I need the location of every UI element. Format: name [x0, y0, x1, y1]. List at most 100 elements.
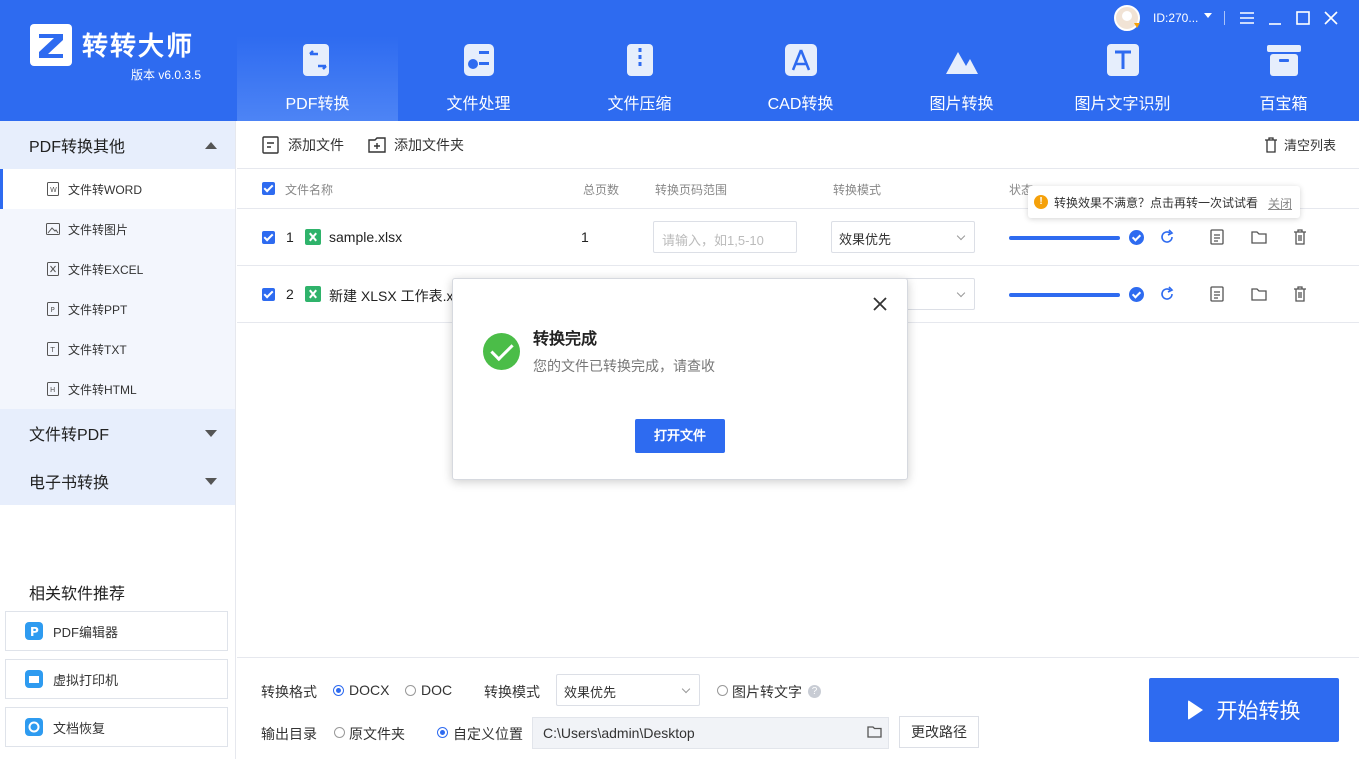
row-index: 2	[286, 286, 294, 302]
play-icon	[1187, 700, 1203, 720]
recommend-pdf-editor[interactable]: P PDF编辑器	[5, 611, 228, 651]
tab-label: 文件处理	[446, 96, 511, 113]
printer-icon	[25, 670, 43, 688]
close-icon[interactable]	[873, 297, 887, 311]
ocr-label[interactable]: 图片转文字	[732, 682, 802, 702]
add-file-button[interactable]: 添加文件	[261, 135, 344, 155]
format-doc-label[interactable]: DOC	[421, 682, 452, 698]
sidebar-item-to-txt[interactable]: T 文件转TXT	[0, 329, 235, 369]
open-folder-icon[interactable]	[1251, 229, 1267, 245]
recommend-doc-recovery[interactable]: 文档恢复	[5, 707, 228, 747]
sidebar-group-pdf-convert-other[interactable]: PDF转换其他	[0, 121, 235, 169]
change-path-button[interactable]: 更改路径	[899, 716, 979, 748]
output-label: 输出目录	[261, 726, 317, 742]
clear-list-label: 清空列表	[1284, 138, 1337, 153]
close-window-icon[interactable]	[1322, 9, 1340, 27]
excel-file-icon	[305, 286, 321, 302]
mode-select[interactable]: 效果优先	[831, 221, 975, 253]
format-docx-radio[interactable]	[333, 685, 344, 696]
start-convert-button[interactable]: 开始转换	[1149, 678, 1339, 742]
bottom-mode-select[interactable]: 效果优先	[556, 674, 700, 706]
sidebar-item-to-excel[interactable]: 文件转EXCEL	[0, 249, 235, 289]
reconvert-icon[interactable]	[1159, 286, 1175, 302]
ocr-icon	[1106, 44, 1139, 76]
preview-icon[interactable]	[1209, 229, 1225, 245]
row-checkbox[interactable]	[262, 288, 275, 301]
sidebar-group-file-to-pdf[interactable]: 文件转PDF	[0, 409, 235, 457]
tab-label: CAD转换	[767, 96, 834, 113]
recovery-icon	[25, 718, 43, 736]
tab-file-process[interactable]: 文件处理	[398, 36, 559, 121]
tab-toolbox[interactable]: 百宝箱	[1203, 36, 1359, 121]
add-file-icon	[262, 136, 279, 154]
sidebar-group-ebook-convert[interactable]: 电子书转换	[0, 457, 235, 505]
select-all-checkbox[interactable]	[262, 182, 275, 195]
conversion-progress-bar	[1009, 293, 1120, 297]
reconvert-tooltip: ! 转换效果不满意？点击再转一次试试看 关闭	[1028, 186, 1300, 218]
menu-icon[interactable]	[1238, 9, 1256, 27]
open-file-button[interactable]: 打开文件	[635, 419, 725, 453]
sidebar-item-to-ppt[interactable]: P 文件转PPT	[0, 289, 235, 329]
dialog-title: 转换完成	[533, 331, 598, 348]
tab-label: 文件压缩	[607, 96, 672, 113]
sidebar-item-to-html[interactable]: H 文件转HTML	[0, 369, 235, 409]
app-logo-icon	[30, 24, 72, 66]
header-page-range: 转换页码范围	[655, 183, 728, 197]
sidebar-group-label: 电子书转换	[29, 475, 110, 492]
add-folder-button[interactable]: 添加文件夹	[367, 135, 464, 155]
app-version: 版本 v6.0.3.5	[131, 68, 202, 82]
user-menu-caret-icon[interactable]	[1204, 13, 1212, 18]
tab-image-convert[interactable]: 图片转换	[881, 36, 1042, 121]
page-range-input[interactable]: 请输入，如1,5-10	[653, 221, 797, 253]
clear-list-button[interactable]: 清空列表	[1264, 135, 1336, 154]
txt-file-icon: T	[47, 342, 59, 356]
output-original-radio[interactable]	[334, 727, 345, 738]
output-original-label[interactable]: 原文件夹	[349, 724, 405, 744]
tab-file-compress[interactable]: 文件压缩	[559, 36, 720, 121]
divider	[1224, 11, 1225, 25]
delete-icon[interactable]	[1292, 286, 1308, 302]
sidebar-item-label: 文件转TXT	[68, 342, 127, 357]
sidebar-item-to-image[interactable]: 文件转图片	[0, 209, 235, 249]
delete-icon[interactable]	[1292, 229, 1308, 245]
folder-icon[interactable]	[867, 725, 883, 739]
sidebar-items: W 文件转WORD 文件转图片 文件转EXCEL P 文件转PPT T 文件转T…	[0, 169, 235, 409]
output-custom-radio[interactable]	[437, 727, 448, 738]
user-id[interactable]: ID:270...	[1153, 11, 1198, 25]
output-custom-label[interactable]: 自定义位置	[453, 724, 523, 744]
user-avatar-icon[interactable]	[1113, 5, 1143, 31]
tab-cad-convert[interactable]: CAD转换	[720, 36, 881, 121]
maximize-icon[interactable]	[1294, 9, 1312, 27]
conversion-complete-dialog: 转换完成 您的文件已转换完成，请查收 打开文件	[452, 278, 908, 480]
collapse-arrow-icon	[205, 142, 217, 149]
svg-text:T: T	[50, 346, 56, 354]
zip-icon	[626, 44, 653, 76]
conversion-progress-bar	[1009, 236, 1120, 240]
recommend-virtual-printer[interactable]: 虚拟打印机	[5, 659, 228, 699]
row-filename: 新建 XLSX 工作表.xl	[329, 288, 457, 304]
output-path-field[interactable]: C:\Users\admin\Desktop	[532, 717, 889, 749]
row-filename: sample.xlsx	[329, 229, 403, 245]
pdf-convert-icon	[302, 44, 329, 76]
open-folder-icon[interactable]	[1251, 286, 1267, 302]
svg-text:P: P	[51, 306, 55, 314]
ocr-checkbox[interactable]	[717, 685, 728, 696]
sidebar-item-to-word[interactable]: W 文件转WORD	[0, 169, 235, 209]
success-check-icon	[1129, 230, 1144, 245]
format-doc-radio[interactable]	[405, 685, 416, 696]
main-nav: PDF转换 文件处理 文件压缩 CAD转换 图片转换 图片文字识别 百宝箱	[237, 36, 1359, 121]
tooltip-close-link[interactable]: 关闭	[1268, 195, 1292, 212]
tooltip-text: 转换效果不满意？点击再转一次试试看	[1054, 195, 1259, 210]
tab-ocr[interactable]: 图片文字识别	[1042, 36, 1203, 121]
tab-pdf-convert[interactable]: PDF转换	[237, 36, 398, 121]
minimize-icon[interactable]	[1266, 9, 1284, 27]
sidebar-item-label: 文件转WORD	[68, 182, 142, 197]
sidebar-item-label: 文件转图片	[68, 222, 129, 237]
help-icon[interactable]: ?	[808, 685, 821, 698]
toolbar: 添加文件 添加文件夹 清空列表	[237, 121, 1359, 169]
reconvert-icon[interactable]	[1159, 229, 1175, 245]
row-checkbox[interactable]	[262, 231, 275, 244]
bottom-settings: 转换格式 DOCX DOC 转换模式 效果优先 图片转文字 ? 输出目录 原文件…	[237, 657, 1359, 759]
preview-icon[interactable]	[1209, 286, 1225, 302]
format-docx-label[interactable]: DOCX	[349, 682, 389, 698]
